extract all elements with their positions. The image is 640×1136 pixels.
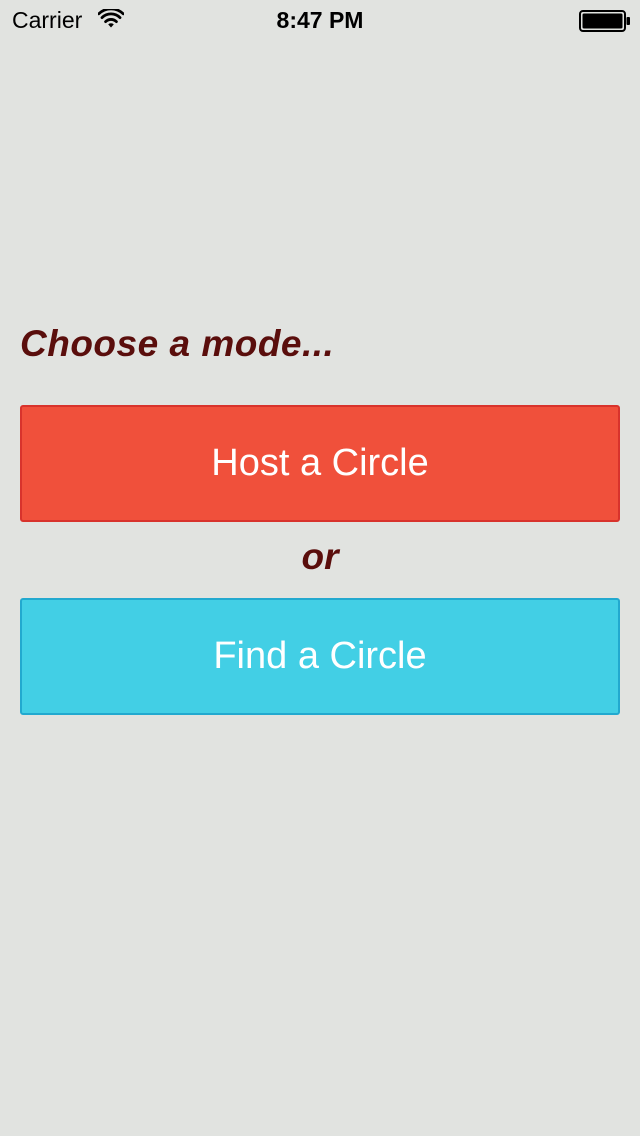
- mode-prompt: Choose a mode...: [20, 323, 335, 364]
- battery-icon: [579, 10, 630, 32]
- status-bar: Carrier 8:47 PM: [0, 0, 640, 40]
- find-circle-button[interactable]: Find a Circle: [20, 598, 620, 715]
- host-circle-button-label: Host a Circle: [211, 442, 429, 484]
- status-time: 8:47 PM: [276, 7, 364, 33]
- host-circle-button[interactable]: Host a Circle: [20, 405, 620, 522]
- find-circle-button-label: Find a Circle: [213, 635, 427, 677]
- or-separator: or: [301, 536, 339, 577]
